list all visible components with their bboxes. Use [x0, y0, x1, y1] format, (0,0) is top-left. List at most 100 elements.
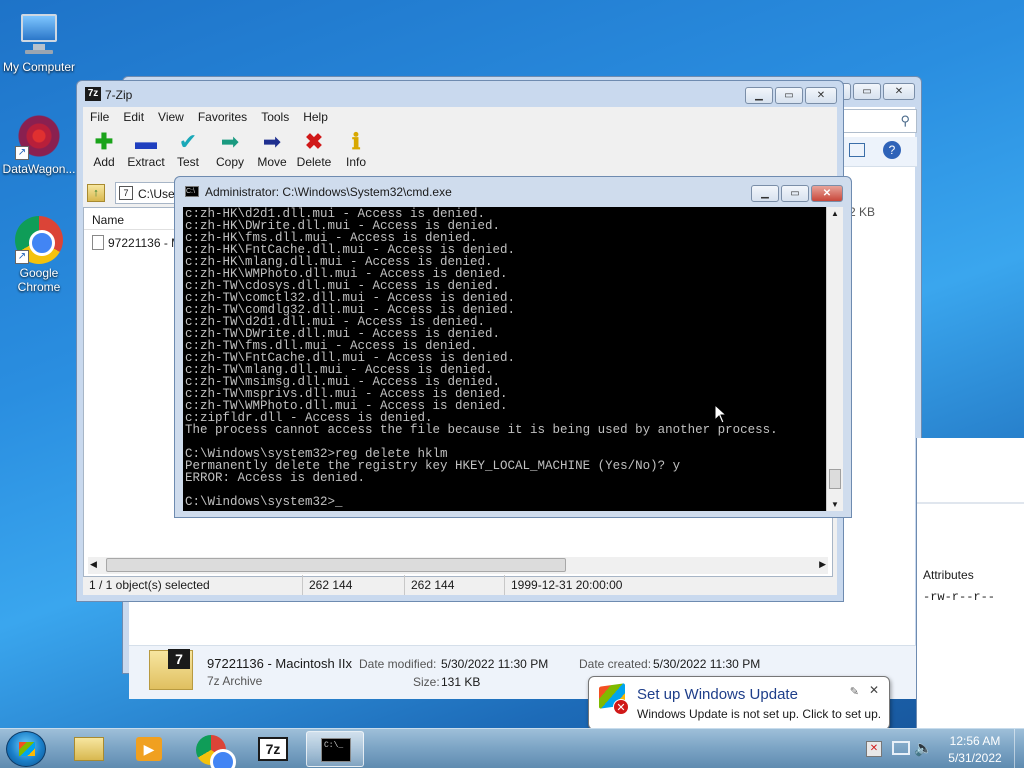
address-text: C:\Use: [138, 187, 175, 201]
menu-help[interactable]: Help: [296, 107, 335, 127]
7zip-window-controls: ▁ ▭ ✕: [745, 87, 837, 104]
action-center-icon[interactable]: ✕: [866, 741, 882, 757]
desktop-icon-label: Google Chrome: [17, 266, 61, 294]
archive-folder-icon: 7: [149, 649, 193, 690]
media-player-icon: ▶: [136, 737, 162, 761]
plus-icon: ✚: [94, 129, 114, 154]
extract-button[interactable]: ▬ Extract: [125, 129, 167, 177]
taskbar: ▶ 7z C:\_ ✕ 🔈 12:56 AM 5/31/2022: [0, 728, 1024, 768]
check-icon: ✔: [178, 129, 198, 154]
delete-x-icon: ✖: [304, 129, 324, 154]
up-folder-icon[interactable]: ↑: [87, 184, 105, 202]
menu-favorites[interactable]: Favorites: [191, 107, 254, 127]
info-icon: ℹ: [351, 129, 361, 154]
scroll-down-icon[interactable]: ▼: [831, 500, 839, 509]
taskbar-chrome[interactable]: [182, 731, 240, 768]
size-value: 131 KB: [441, 675, 481, 689]
menu-tools[interactable]: Tools: [254, 107, 296, 127]
menu-file[interactable]: File: [83, 107, 116, 127]
preview-pane-icon[interactable]: [849, 143, 865, 157]
delete-button[interactable]: ✖ Delete: [293, 129, 335, 177]
shortcut-arrow-icon: ↗: [15, 146, 29, 160]
add-button[interactable]: ✚ Add: [83, 129, 125, 177]
search-icon[interactable]: ⚲: [900, 113, 910, 129]
status-date: 1999-12-31 20:00:00: [511, 578, 623, 592]
scrollbar-thumb[interactable]: [106, 558, 566, 572]
copy-button[interactable]: ➡ Copy: [209, 129, 251, 177]
shortcut-arrow-icon: ↗: [15, 250, 29, 264]
attributes-header[interactable]: Attributes: [923, 568, 974, 582]
computer-icon: [15, 10, 63, 58]
status-bar: 1 / 1 object(s) selected 262 144 262 144…: [83, 575, 833, 595]
background-window-right[interactable]: Attributes -rw-r--r--: [916, 438, 1024, 728]
scroll-left-icon[interactable]: ◀: [90, 559, 97, 570]
mouse-cursor-icon: [714, 404, 728, 424]
cmd-icon: C:\_: [321, 738, 351, 762]
close-button[interactable]: ✕: [883, 83, 915, 100]
folder-icon: [74, 737, 104, 761]
7zip-title-bar[interactable]: 7z 7-Zip ▁ ▭ ✕: [77, 81, 843, 109]
help-icon[interactable]: ?: [883, 141, 901, 159]
attributes-value: -rw-r--r--: [923, 590, 996, 604]
horizontal-scrollbar[interactable]: ◀ ▶: [88, 557, 828, 574]
file-name: 97221136 - M: [108, 236, 182, 250]
info-button[interactable]: ℹ Info: [335, 129, 377, 177]
status-packed: 262 144: [405, 575, 505, 595]
chrome-icon: ↗: [15, 216, 63, 264]
desktop-icon-label: My Computer: [2, 60, 76, 74]
status-selection: 1 / 1 object(s) selected: [83, 575, 303, 595]
date-created-label: Date created:: [579, 657, 652, 671]
archive-small-icon: 7: [119, 186, 133, 200]
date-modified-label: Date modified:: [359, 657, 437, 671]
cmd-window[interactable]: C:\ Administrator: C:\Windows\System32\c…: [174, 176, 852, 518]
7zip-toolbar: ✚ Add ▬ Extract ✔ Test ➡ Copy ➡ Move ✖ D…: [83, 129, 377, 177]
desktop-icon-google-chrome[interactable]: ↗ Google Chrome: [1, 216, 77, 294]
menu-bar: File Edit View Favorites Tools Help: [83, 107, 833, 127]
console-output[interactable]: c:zh-HK\d2d1.dll.mui - Access is denied.…: [183, 207, 827, 511]
clock[interactable]: 12:56 AM 5/31/2022: [940, 734, 1010, 765]
network-icon[interactable]: [892, 741, 910, 755]
close-button[interactable]: ✕: [811, 185, 843, 202]
desktop-icon-my-computer[interactable]: My Computer: [1, 10, 77, 74]
file-icon: [92, 235, 104, 250]
column-name-header[interactable]: Name: [92, 213, 124, 227]
taskbar-cmd[interactable]: C:\_: [306, 731, 364, 767]
vertical-scrollbar[interactable]: ▲ ▼: [826, 207, 843, 511]
scroll-right-icon[interactable]: ▶: [819, 559, 826, 570]
menu-view[interactable]: View: [151, 107, 191, 127]
cmd-window-controls: ▁ ▭ ✕: [751, 185, 843, 202]
desktop-icon-datawagon[interactable]: ↗ DataWagon...: [1, 112, 77, 176]
maximize-button[interactable]: ▭: [853, 83, 881, 100]
start-button[interactable]: [6, 731, 46, 767]
minus-icon: ▬: [135, 129, 157, 154]
minimize-button[interactable]: ▁: [745, 87, 773, 104]
taskbar-media-player[interactable]: ▶: [120, 731, 178, 767]
options-icon[interactable]: ✎: [850, 685, 859, 698]
close-button[interactable]: ✕: [805, 87, 837, 104]
close-icon[interactable]: ✕: [869, 683, 879, 697]
windows-update-balloon[interactable]: ✕ Set up Windows Update Windows Update i…: [588, 676, 890, 730]
details-file-name: 97221136 - Macintosh IIx: [207, 656, 353, 671]
datawagon-icon: ↗: [15, 112, 63, 160]
7zip-icon: 7z: [258, 737, 288, 761]
taskbar-explorer[interactable]: [60, 731, 118, 767]
windows-update-icon: ✕: [599, 683, 629, 715]
move-button[interactable]: ➡ Move: [251, 129, 293, 177]
maximize-button[interactable]: ▭: [775, 87, 803, 104]
window-title: Administrator: C:\Windows\System32\cmd.e…: [205, 185, 452, 199]
size-label: Size:: [413, 675, 440, 689]
cmd-title-bar[interactable]: C:\ Administrator: C:\Windows\System32\c…: [175, 177, 851, 205]
desktop-icon-label: DataWagon...: [2, 162, 76, 176]
test-button[interactable]: ✔ Test: [167, 129, 209, 177]
minimize-button[interactable]: ▁: [751, 185, 779, 202]
maximize-button[interactable]: ▭: [781, 185, 809, 202]
window-title: 7-Zip: [105, 88, 133, 102]
show-desktop-button[interactable]: [1014, 729, 1024, 768]
volume-icon[interactable]: 🔈: [914, 739, 933, 757]
scroll-up-icon[interactable]: ▲: [831, 209, 839, 218]
search-box[interactable]: ⚲: [843, 109, 917, 133]
size-cell: 2 KB: [849, 205, 876, 219]
taskbar-7zip[interactable]: 7z: [244, 731, 302, 767]
menu-edit[interactable]: Edit: [116, 107, 151, 127]
scrollbar-thumb[interactable]: [829, 469, 841, 489]
